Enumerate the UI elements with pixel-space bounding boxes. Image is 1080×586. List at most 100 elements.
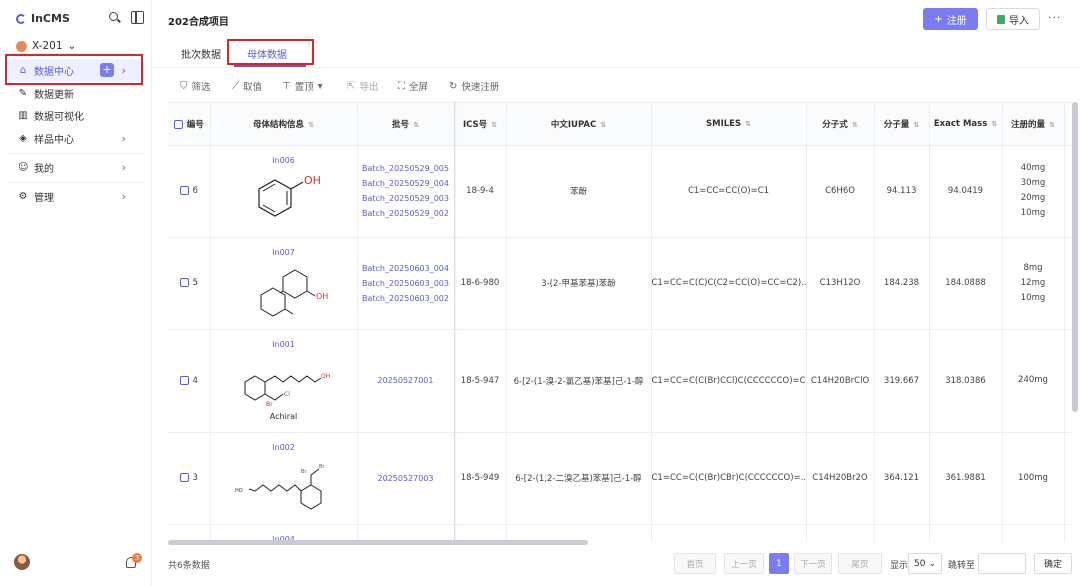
avatar[interactable] xyxy=(14,554,30,570)
compound-id-link[interactable]: In002 xyxy=(211,443,357,452)
select-all-checkbox[interactable] xyxy=(173,119,183,129)
import-button[interactable]: 导入 xyxy=(986,8,1040,30)
sidebar-item-mine[interactable]: ☺ 我的 › xyxy=(8,156,144,178)
batch-link[interactable]: Batch_20250603_003 xyxy=(358,276,454,291)
batch-link[interactable]: Batch_20250603_002 xyxy=(358,291,454,306)
sort-icon: ⇅ xyxy=(491,120,498,129)
svg-text:OH: OH xyxy=(316,292,328,301)
first-page-button[interactable]: 首页 xyxy=(674,553,716,574)
value-button[interactable]: ⟋ 取值 xyxy=(232,79,262,94)
formula-cell: C14H20BrClO xyxy=(806,329,875,433)
column-header-structure[interactable]: 母体结构信息 ⇅ xyxy=(210,103,358,146)
next-page-button[interactable]: 下一页 xyxy=(794,553,832,574)
structure-cell[interactable]: In001 OH Br Cl Achiral xyxy=(210,329,358,433)
sort-icon: ⇅ xyxy=(745,119,751,128)
column-header-ics[interactable]: ICS号 ⇅ xyxy=(454,103,507,146)
column-header-batch[interactable]: 批号 ⇅ xyxy=(357,103,455,146)
register-label: 注册 xyxy=(946,15,967,27)
mw-cell: 184.238 xyxy=(874,237,930,330)
svg-text:Br: Br xyxy=(319,464,325,470)
export-button[interactable]: ⇱ 导出 xyxy=(347,79,378,94)
table-row[interactable]: 4 In001 OH Br Cl Achiral 20250527001 18-… xyxy=(168,329,1072,433)
batch-cell: Batch_20250603_004 Batch_20250603_003 Ba… xyxy=(357,237,455,330)
column-header-smiles[interactable]: SMILES ⇅ xyxy=(651,103,807,146)
row-checkbox[interactable] xyxy=(179,186,189,195)
svg-text:Br: Br xyxy=(266,401,273,408)
sidebar-item-data-update[interactable]: ✎ 数据更新 xyxy=(8,82,144,104)
batch-link[interactable]: Batch_20250529_005 xyxy=(358,161,454,176)
mw-cell: 364.121 xyxy=(874,432,930,525)
sidebar-toggle-icon[interactable] xyxy=(131,11,144,24)
fullscreen-label: 全屏 xyxy=(409,82,429,93)
search-icon[interactable] xyxy=(108,11,121,24)
row-checkbox[interactable] xyxy=(179,278,189,287)
column-header-mw[interactable]: 分子量 ⇅ xyxy=(874,103,930,146)
table-header-row: 编号 母体结构信息 ⇅ 批号 ⇅ ICS号 ⇅ 中文IUPAC ⇅ SMILES ⇅ 分子… xyxy=(168,103,1072,146)
sidebar-item-sample-center[interactable]: ◈ 样品中心 › xyxy=(8,127,144,149)
row-number-cell: 5 xyxy=(168,237,211,330)
formula-cell: C14H20Br2O xyxy=(806,432,875,525)
sidebar-item-data-visualization[interactable]: ▥ 数据可视化 xyxy=(8,104,144,126)
column-header-iupac[interactable]: 中文IUPAC ⇅ xyxy=(506,103,652,146)
smiles-cell: C1=CC=CC(O)=C1 xyxy=(651,145,807,238)
batch-link[interactable]: 20250527003 xyxy=(358,471,454,486)
row-number-cell: 4 xyxy=(168,329,211,433)
batch-link[interactable]: Batch_20250529_004 xyxy=(358,176,454,191)
pin-label: 置顶 xyxy=(294,82,314,93)
table-row[interactable]: 6 In006 OH Batch_20250529_005 Batch_2025… xyxy=(168,145,1072,238)
last-page-button[interactable]: 尾页 xyxy=(838,553,882,574)
brand-logo[interactable]: InCMS xyxy=(16,12,70,25)
sidebar: InCMS X-201 ⌄ ⌂ 数据中心 + › ✎ 数据更新 ▥ 数据可视化 … xyxy=(0,0,152,586)
more-icon[interactable]: ··· xyxy=(1048,11,1062,24)
structure-cell[interactable]: In006 OH xyxy=(210,145,358,238)
smiles-cell: C1=CC=C(C(Br)CBr)C(CCCCCCO)=... xyxy=(651,432,807,525)
project-selector[interactable]: X-201 ⌄ xyxy=(16,40,76,52)
tab-batch-data[interactable]: 批次数据 xyxy=(181,46,221,61)
register-button[interactable]: + 注册 xyxy=(923,8,978,30)
pin-top-button[interactable]: ⊤ 置顶 ▾ xyxy=(282,79,323,94)
batch-cell: 20250527003 xyxy=(357,432,455,525)
compound-id-link[interactable]: In001 xyxy=(211,340,357,349)
mw-cell: 319.667 xyxy=(874,329,930,433)
formula-cell: C6H6O xyxy=(806,145,875,238)
structure-cell[interactable]: In007 OH xyxy=(210,237,358,330)
vertical-scrollbar[interactable] xyxy=(1072,102,1078,412)
column-header-exact-mass[interactable]: Exact Mass ⇅ xyxy=(929,103,1003,146)
stereo-label: Achiral xyxy=(269,411,298,421)
amount-cell: 8mg 12mg 10mg xyxy=(1002,237,1065,330)
batch-link[interactable]: Batch_20250603_004 xyxy=(358,261,454,276)
svg-text:HO: HO xyxy=(235,488,243,494)
prev-page-button[interactable]: 上一页 xyxy=(724,553,764,574)
highlight-box xyxy=(5,54,143,85)
jump-page-input[interactable] xyxy=(978,553,1026,574)
sort-icon: ⇅ xyxy=(308,120,314,129)
table-row[interactable]: 3 In002 HO Br Br 20250527003 18-5-949 6-… xyxy=(168,432,1072,525)
sidebar-item-admin[interactable]: ⚙ 管理 › xyxy=(8,185,144,207)
row-checkbox[interactable] xyxy=(179,473,189,482)
confirm-button[interactable]: 确定 xyxy=(1034,553,1072,574)
column-header-more xyxy=(1064,103,1072,146)
divider xyxy=(8,153,144,154)
column-header-formula[interactable]: 分子式 ⇅ xyxy=(806,103,875,146)
edit-icon: ✎ xyxy=(18,87,28,99)
batch-link[interactable]: Batch_20250529_002 xyxy=(358,206,454,221)
batch-link[interactable]: Batch_20250529_003 xyxy=(358,191,454,206)
batch-link[interactable]: 20250527001 xyxy=(358,373,454,388)
compound-id-link[interactable]: In006 xyxy=(211,156,357,165)
fixed-column-shadow xyxy=(454,102,457,542)
column-header-amount[interactable]: 注册的量 ⇅ xyxy=(1002,103,1065,146)
filter-button[interactable]: ⛉ 筛选 xyxy=(180,79,211,94)
compound-id-link[interactable]: In007 xyxy=(211,248,357,257)
page-number-button[interactable]: 1 xyxy=(769,553,789,574)
fullscreen-button[interactable]: ⛶ 全屏 xyxy=(398,79,429,94)
structure-cell[interactable]: In002 HO Br Br xyxy=(210,432,358,525)
chart-icon: ▥ xyxy=(18,109,28,121)
row-checkbox[interactable] xyxy=(179,375,189,385)
horizontal-scrollbar[interactable] xyxy=(168,540,588,545)
column-header-number[interactable]: 编号 xyxy=(168,103,211,146)
page-size-select[interactable]: 50 ⌄ xyxy=(908,553,942,574)
iupac-cell: 3-(2-甲基苯基)苯酚 xyxy=(506,237,652,330)
structure-image: HO Br Br xyxy=(235,464,325,510)
table-row[interactable]: 5 In007 OH Batch_20250603_004 Batch_2025… xyxy=(168,237,1072,330)
quick-register-button[interactable]: ↻ 快速注册 xyxy=(449,79,499,94)
